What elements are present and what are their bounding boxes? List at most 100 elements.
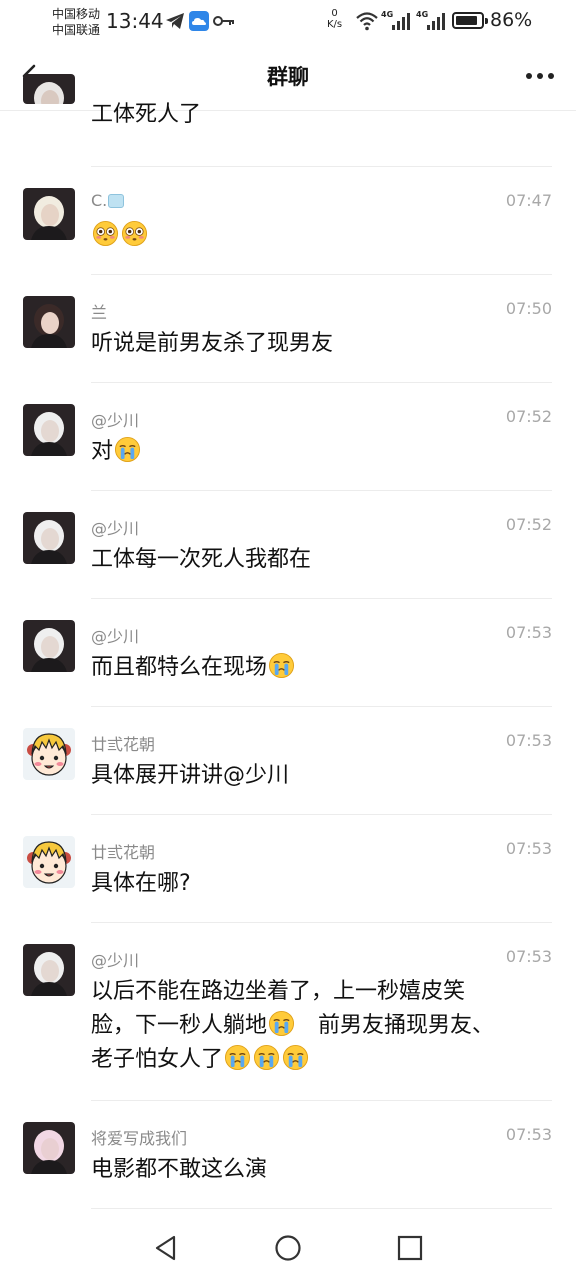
avatar[interactable] (23, 728, 75, 780)
status-bar: 中国移动 中国联通 13:44 0 K/s 4G 4G 86% (0, 0, 576, 44)
carrier-1: 中国移动 (52, 7, 101, 21)
key-icon (213, 16, 234, 26)
sender-name[interactable]: 廿弎花朝 (91, 731, 155, 755)
sender-name[interactable]: 将爱写成我们 (91, 1125, 187, 1149)
message-text: 工体死人了 (91, 98, 541, 132)
message-line: 工体死人了 (91, 98, 541, 132)
message-text-segment: 具体展开讲讲@少川 (91, 763, 290, 788)
crying-face-emoji-icon (253, 1044, 280, 1071)
sender-name[interactable]: @少川 (91, 623, 139, 647)
message-text: 以后不能在路边坐着了，上一秒嬉皮笑 脸，下一秒人躺地 前男友捅现男友、 老子怕女人了 (91, 975, 541, 1077)
ice-cube-emoji-icon (108, 194, 124, 208)
signal-icon (392, 13, 410, 30)
sender-name[interactable]: C. (91, 191, 107, 210)
message-divider (91, 1100, 552, 1101)
message-line: 对 (91, 435, 541, 469)
triangle-back-icon[interactable] (151, 1233, 181, 1263)
wifi-icon (356, 12, 378, 31)
message-text-segment: 而且都特么在现场 (91, 655, 268, 680)
message-text: 具体在哪? (91, 867, 541, 901)
sender-name[interactable]: 兰 (91, 299, 107, 323)
message-divider (91, 1208, 552, 1209)
message-text-segment: 具体在哪? (91, 871, 191, 896)
message-text-segment: 老子怕女人了 (91, 1047, 224, 1072)
avatar[interactable] (23, 74, 75, 104)
message-text: 对 (91, 435, 541, 469)
message-line: 工体每一次死人我都在 (91, 543, 541, 577)
cloud-app-icon (189, 11, 209, 31)
message-text-segment: 脸，下一秒人躺地 (91, 1013, 268, 1038)
message-text-segment: 工体死人了 (91, 102, 202, 127)
avatar[interactable] (23, 512, 75, 564)
speed-value: 0 (331, 8, 338, 19)
sender-name[interactable]: @少川 (91, 515, 139, 539)
message-text: 听说是前男友杀了现男友 (91, 327, 541, 361)
message-time: 07:53 (505, 1125, 552, 1144)
crying-face-emoji-icon (282, 1044, 309, 1071)
message-line: 电影都不敢这么演 (91, 1153, 541, 1187)
crying-face-emoji-icon (268, 1010, 295, 1037)
network-speed: 0 K/s (327, 8, 342, 30)
crying-face-emoji-icon (268, 652, 295, 679)
battery-fill (456, 16, 477, 25)
telegram-icon (166, 13, 184, 29)
avatar[interactable] (23, 836, 75, 888)
avatar[interactable] (23, 944, 75, 996)
message-text: 而且都特么在现场 (91, 651, 541, 685)
flushed-face-emoji-icon (92, 220, 119, 247)
avatar[interactable] (23, 188, 75, 240)
message-text: 具体展开讲讲@少川 (91, 759, 541, 793)
message-text: 工体每一次死人我都在 (91, 543, 541, 577)
avatar[interactable] (23, 404, 75, 456)
system-nav-bar (0, 1216, 576, 1280)
message-divider (91, 382, 552, 383)
message-text-segment: 前男友捅现男友、 (296, 1013, 495, 1038)
message-line: 老子怕女人了 (91, 1043, 541, 1077)
avatar[interactable] (23, 620, 75, 672)
avatar[interactable] (23, 1122, 75, 1174)
speed-unit: K/s (327, 19, 343, 30)
battery-percent: 86% (490, 9, 533, 31)
message-line: 而且都特么在现场 (91, 651, 541, 685)
message-time: 07:50 (505, 299, 552, 318)
message-text (91, 219, 541, 253)
message-line: 具体展开讲讲@少川 (91, 759, 541, 793)
message-divider (91, 922, 552, 923)
sender-name[interactable]: @少川 (91, 947, 139, 971)
message-divider (91, 166, 552, 167)
message-time: 07:53 (505, 623, 552, 642)
message-text-segment: 以后不能在路边坐着了，上一秒嬉皮笑 (91, 979, 466, 1004)
message-text-segment: 听说是前男友杀了现男友 (91, 331, 334, 356)
message-time: 07:47 (505, 191, 552, 210)
message-time: 07:53 (505, 731, 552, 750)
avatar[interactable] (23, 296, 75, 348)
message-time: 07:52 (505, 407, 552, 426)
flushed-face-emoji-icon (121, 220, 148, 247)
message-text-segment: 对 (91, 439, 114, 464)
message-divider (91, 490, 552, 491)
message-divider (91, 814, 552, 815)
crying-face-emoji-icon (224, 1044, 251, 1071)
square-recents-icon[interactable] (395, 1233, 425, 1263)
message-line: 以后不能在路边坐着了，上一秒嬉皮笑 (91, 975, 541, 1009)
message-divider (91, 706, 552, 707)
message-text: 电影都不敢这么演 (91, 1153, 541, 1187)
message-line (91, 219, 541, 253)
message-time: 07:52 (505, 515, 552, 534)
more-horizontal-icon[interactable] (524, 64, 556, 88)
message-divider (91, 274, 552, 275)
circle-home-icon[interactable] (273, 1233, 303, 1263)
carrier-2: 中国联通 (52, 23, 101, 37)
message-line: 脸，下一秒人躺地 前男友捅现男友、 (91, 1009, 541, 1043)
status-time: 13:44 (106, 9, 164, 33)
message-line: 听说是前男友杀了现男友 (91, 327, 541, 361)
message-divider (91, 598, 552, 599)
message-time: 07:53 (505, 839, 552, 858)
message-time: 07:53 (505, 947, 552, 966)
message-text-segment: 工体每一次死人我都在 (91, 547, 312, 572)
crying-face-emoji-icon (114, 436, 141, 463)
sender-name[interactable]: @少川 (91, 407, 139, 431)
sender-name[interactable]: 廿弎花朝 (91, 839, 155, 863)
battery-icon (452, 12, 488, 29)
battery-tip (485, 18, 488, 24)
